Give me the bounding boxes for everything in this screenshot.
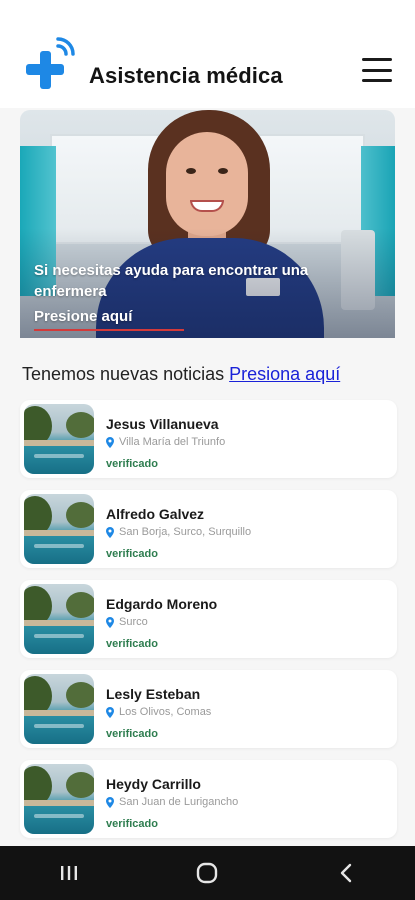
location-pin-icon [106, 436, 114, 448]
nurse-location: San Juan de Lurigancho [106, 796, 238, 808]
nurse-name: Jesus Villanueva [106, 416, 219, 432]
nurse-name: Alfredo Galvez [106, 506, 205, 522]
medical-plus-signal-icon [26, 37, 75, 89]
nurse-location: Los Olivos, Comas [106, 706, 211, 718]
list-item[interactable]: Jesus Villanueva Villa María del Triunfo… [20, 400, 397, 478]
list-item[interactable]: Alfredo Galvez San Borja, Surco, Surquil… [20, 490, 397, 568]
status-badge: verificado [106, 728, 158, 740]
status-badge: verificado [106, 548, 158, 560]
nurse-location: Surco [106, 616, 148, 628]
status-badge: verificado [106, 638, 158, 650]
app-header: Asistencia médica [0, 0, 415, 108]
hamburger-menu-icon[interactable] [362, 58, 394, 82]
list-item[interactable]: Heydy Carrillo San Juan de Lurigancho ve… [20, 760, 397, 838]
app-screen: Asistencia médica Si necesitas ayuda par… [0, 0, 415, 900]
news-line: Tenemos nuevas noticias Presiona aquí [22, 364, 340, 385]
hero-link[interactable]: Presione aquí [34, 308, 132, 325]
pool-thumbnail [24, 674, 94, 744]
pool-thumbnail [24, 404, 94, 474]
nurse-name: Heydy Carrillo [106, 776, 201, 792]
nurse-name: Edgardo Moreno [106, 596, 218, 612]
list-item[interactable]: Edgardo Moreno Surco verificado [20, 580, 397, 658]
android-nav-bar [0, 846, 415, 900]
nurse-location: San Borja, Surco, Surquillo [106, 526, 251, 538]
content-scroll[interactable]: Si necesitas ayuda para encontrar una en… [0, 108, 415, 846]
nurse-location: Villa María del Triunfo [106, 436, 225, 448]
location-pin-icon [106, 526, 114, 538]
hero-link-underline [34, 329, 184, 331]
hero-banner[interactable]: Si necesitas ayuda para encontrar una en… [20, 110, 395, 338]
app-title: Asistencia médica [89, 63, 283, 88]
location-pin-icon [106, 616, 114, 628]
pool-thumbnail [24, 584, 94, 654]
news-link[interactable]: Presiona aquí [229, 364, 340, 384]
nurse-name: Lesly Esteban [106, 686, 201, 702]
home-icon[interactable] [187, 853, 227, 893]
status-badge: verificado [106, 458, 158, 470]
status-badge: verificado [106, 818, 158, 830]
recents-icon[interactable] [49, 853, 89, 893]
back-icon[interactable] [326, 853, 366, 893]
pool-thumbnail [24, 764, 94, 834]
list-item[interactable]: Lesly Esteban Los Olivos, Comas verifica… [20, 670, 397, 748]
pool-thumbnail [24, 494, 94, 564]
news-text: Tenemos nuevas noticias [22, 364, 225, 384]
hero-text: Si necesitas ayuda para encontrar una en… [34, 262, 309, 300]
location-pin-icon [106, 706, 114, 718]
location-pin-icon [106, 796, 114, 808]
